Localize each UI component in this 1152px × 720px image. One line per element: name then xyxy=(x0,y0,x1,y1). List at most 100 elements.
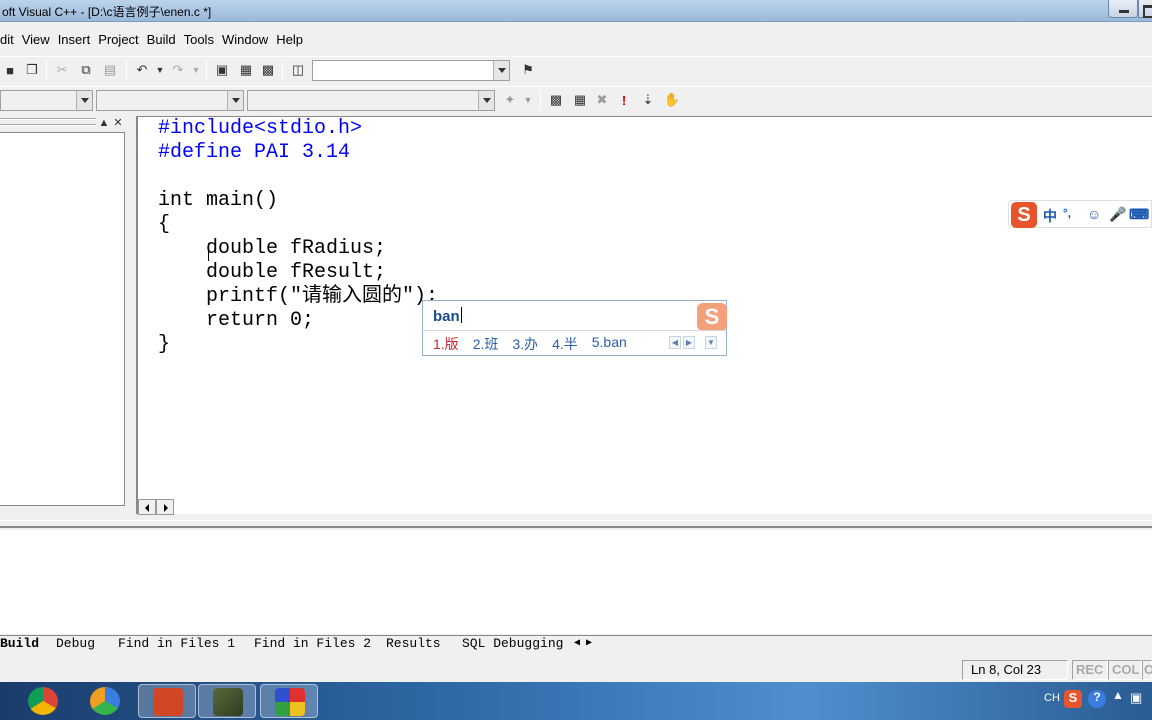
code-line: double fRadius; xyxy=(158,237,387,260)
wizard-wand-icon[interactable]: ✦ xyxy=(500,90,520,110)
workspace-pane: ▲ ✕ xyxy=(0,116,126,506)
input-language[interactable]: CH xyxy=(1044,692,1060,704)
code-line: { xyxy=(158,213,171,236)
ime-candidate[interactable]: 2.班 xyxy=(473,334,499,354)
tray-expand-icon[interactable]: ▲ xyxy=(1112,688,1124,702)
prev-page-icon[interactable]: ◀ xyxy=(669,336,681,349)
workspace-tree[interactable] xyxy=(0,132,125,506)
tab-scroll-right-icon[interactable]: ▶ xyxy=(586,635,592,653)
output-window-icon[interactable]: ▦ xyxy=(236,60,256,80)
expand-icon[interactable]: ▼ xyxy=(705,336,717,349)
undo-icon[interactable]: ↶ xyxy=(132,60,152,80)
cursor-position: Ln 8, Col 23 xyxy=(962,660,1068,680)
source-code[interactable]: #include<stdio.h> #define PAI 3.14 int ma… xyxy=(158,117,438,357)
tab-results[interactable]: Results xyxy=(386,635,441,653)
recorder-icon[interactable] xyxy=(198,684,256,718)
scroll-left-icon[interactable] xyxy=(138,499,156,515)
tab-build[interactable]: Build xyxy=(0,635,39,653)
visual-cpp-icon[interactable] xyxy=(260,684,318,718)
powerpoint-icon[interactable] xyxy=(138,684,196,718)
copy-icon[interactable]: ⧉ xyxy=(76,60,96,80)
ime-candidate[interactable]: 5.ban xyxy=(592,334,627,354)
tab-debug[interactable]: Debug xyxy=(56,635,95,653)
pane-restore-icon[interactable]: ▲ xyxy=(98,117,110,129)
ime-punct-toggle[interactable]: °, xyxy=(1063,206,1071,220)
chevron-down-icon[interactable] xyxy=(227,91,243,110)
members-combo[interactable] xyxy=(247,90,495,111)
find-in-files-icon[interactable]: ◫ xyxy=(288,60,308,80)
menu-view[interactable]: View xyxy=(18,32,54,47)
toolbar-separator xyxy=(126,60,127,80)
horizontal-scrollbar[interactable] xyxy=(138,499,174,515)
find-icon[interactable]: ⚑ xyxy=(518,60,538,80)
class-combo[interactable] xyxy=(0,90,93,111)
tab-sql-debugging[interactable]: SQL Debugging xyxy=(462,635,563,653)
ime-status-bar[interactable]: S 中 °, ☺ 🎤 ⌨ xyxy=(1008,200,1152,228)
menu-edit[interactable]: dit xyxy=(0,32,18,47)
menu-build[interactable]: Build xyxy=(143,32,180,47)
cut-icon[interactable]: ✂ xyxy=(52,60,72,80)
menu-tools[interactable]: Tools xyxy=(180,32,218,47)
ime-mode-toggle[interactable]: 中 xyxy=(1043,206,1057,226)
next-page-icon[interactable]: ▶ xyxy=(683,336,695,349)
tab-find-in-files-2[interactable]: Find in Files 2 xyxy=(254,635,371,653)
sync-icon xyxy=(90,687,120,715)
redo-icon[interactable]: ↷ xyxy=(168,60,188,80)
help-icon[interactable]: ? xyxy=(1088,690,1106,708)
tab-scroll-left-icon[interactable]: ◀ xyxy=(574,635,580,653)
close-icon[interactable]: ✕ xyxy=(112,117,124,129)
chrome-icon[interactable] xyxy=(14,684,72,718)
ime-candidate[interactable]: 3.办 xyxy=(512,334,538,354)
pane-grip[interactable] xyxy=(0,118,96,126)
visual-cpp-icon xyxy=(275,688,305,716)
sogou-logo-icon[interactable]: S xyxy=(1011,202,1037,228)
go-icon[interactable]: ⇣ xyxy=(638,90,658,110)
ime-candidate[interactable]: 4.半 xyxy=(552,334,578,354)
code-line: double fResult; xyxy=(158,261,387,284)
ime-candidate[interactable]: 1.版 xyxy=(433,334,459,354)
mic-icon[interactable]: 🎤 xyxy=(1109,206,1126,223)
find-combo[interactable] xyxy=(312,60,510,81)
breakpoint-hand-icon[interactable]: ✋ xyxy=(662,90,682,110)
title-bar: oft Visual C++ - [D:\c语言例子\enen.c *] xyxy=(0,0,1152,22)
chevron-down-icon[interactable] xyxy=(493,61,509,80)
code-line: #define PAI 3.14 xyxy=(158,141,351,164)
wizard-dropdown-icon[interactable]: ▼ xyxy=(518,90,538,110)
tab-find-in-files-1[interactable]: Find in Files 1 xyxy=(118,635,235,653)
chevron-down-icon[interactable] xyxy=(76,91,92,110)
toolbar-separator xyxy=(46,60,47,80)
minimize-button[interactable] xyxy=(1108,0,1138,18)
pane-splitter[interactable] xyxy=(0,520,1152,528)
toolbar-separator xyxy=(282,60,283,80)
keyboard-icon[interactable]: ⌨ xyxy=(1129,206,1149,223)
chevron-down-icon[interactable] xyxy=(478,91,494,110)
network-icon[interactable]: ▣ xyxy=(1130,690,1142,706)
stop-build-icon[interactable]: ✖ xyxy=(592,90,612,110)
redo-dropdown-icon[interactable]: ▼ xyxy=(186,60,206,80)
save-all-icon[interactable]: ❐ xyxy=(22,60,42,80)
paste-icon[interactable]: ▤ xyxy=(100,60,120,80)
sync-icon[interactable] xyxy=(76,684,134,718)
execute-icon[interactable]: ! xyxy=(614,90,634,110)
recorder-icon xyxy=(213,688,243,716)
ime-candidate-window: ban S 1.版 2.班 3.办 4.半 5.ban ◀ ▶ ▼ xyxy=(422,300,727,356)
maximize-button[interactable] xyxy=(1138,0,1152,18)
compile-icon[interactable]: ▩ xyxy=(546,90,566,110)
menu-window[interactable]: Window xyxy=(218,32,272,47)
menu-project[interactable]: Project xyxy=(94,32,142,47)
toolbar-separator xyxy=(206,60,207,80)
menu-insert[interactable]: Insert xyxy=(54,32,95,47)
smile-icon[interactable]: ☺ xyxy=(1087,206,1101,222)
output-pane[interactable] xyxy=(0,530,1152,634)
undo-dropdown-icon[interactable]: ▼ xyxy=(150,60,170,80)
sogou-tray-icon[interactable]: S xyxy=(1064,690,1082,708)
workspace-icon[interactable]: ▣ xyxy=(212,60,232,80)
col-indicator: COL xyxy=(1108,660,1142,680)
filter-combo[interactable] xyxy=(96,90,244,111)
menu-help[interactable]: Help xyxy=(272,32,307,47)
scroll-right-icon[interactable] xyxy=(156,499,174,515)
save-icon[interactable]: ■ xyxy=(0,60,20,80)
build-icon[interactable]: ▦ xyxy=(570,90,590,110)
ovr-indicator: O xyxy=(1142,660,1152,680)
window-list-icon[interactable]: ▩ xyxy=(258,60,278,80)
